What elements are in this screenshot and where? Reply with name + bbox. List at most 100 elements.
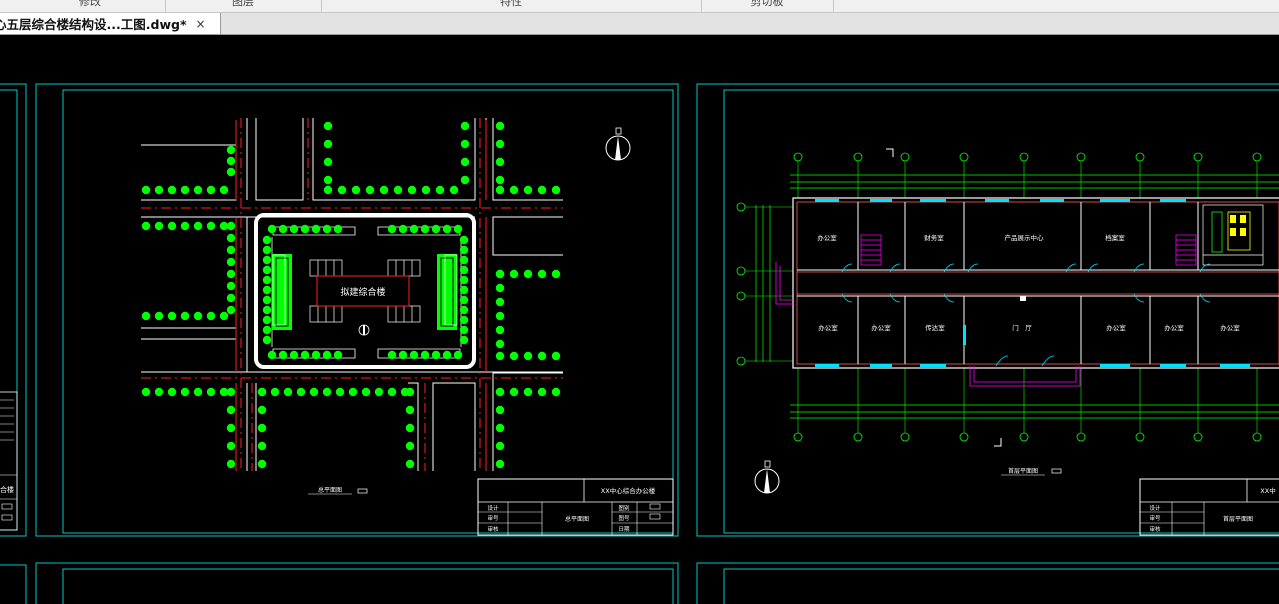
tree-symbol [551,387,561,397]
ribbon-panel-modify[interactable]: 修改 [79,0,101,9]
tree-symbol [495,311,505,321]
tree-symbol [141,311,151,321]
tree-symbol [226,233,236,243]
tree-symbol [459,335,469,345]
tree-symbol [459,305,469,315]
tree-symbol [537,269,547,279]
tree-symbol [154,311,164,321]
tree-symbol [387,224,397,234]
tree-symbol [323,185,333,195]
ribbon-panel-layers[interactable]: 图层 [232,0,254,9]
tree-symbol [289,224,299,234]
tree-symbol [322,387,332,397]
tree-symbol [270,387,280,397]
tree-symbol [193,185,203,195]
tree-symbol [262,295,272,305]
ribbon-separator [165,0,166,12]
tree-symbol [226,387,236,397]
tree-symbol [322,224,332,234]
tree-symbol [393,185,403,195]
title-block-row-label: 审号 [1149,514,1161,522]
ribbon-separator [701,0,702,12]
document-tab-title: 心五层综合楼结构设...工图.dwg* [0,17,187,32]
tree-symbol [296,387,306,397]
tree-symbol [333,224,343,234]
far-left-title-fragment: 合楼 [0,485,14,494]
room-label: 办公室 [1106,323,1126,332]
tree-symbol [337,185,347,195]
tree-symbol [495,297,505,307]
tree-symbol [459,275,469,285]
tree-symbol [226,405,236,415]
lawn-right [437,254,457,330]
room-label: 传达室 [925,323,945,332]
tree-symbol [398,350,408,360]
tree-symbol [193,221,203,231]
tree-symbol [219,185,229,195]
tree-symbol [421,185,431,195]
ribbon-panel-clipboard[interactable]: 剪切板 [751,0,784,9]
tree-symbol [206,311,216,321]
tree-symbol [495,405,505,415]
tree-symbol [278,350,288,360]
lawn-left [272,254,292,330]
tree-symbol [226,167,236,177]
title-block-right-label: 图号 [618,514,630,522]
ribbon-panel-properties[interactable]: 特性 [500,0,522,9]
tree-symbol [387,387,397,397]
tree-symbol [495,269,505,279]
tree-symbol [460,157,470,167]
tree-symbol [509,269,519,279]
tree-symbol [495,351,505,361]
tree-symbol [374,387,384,397]
tree-symbol [262,325,272,335]
tree-symbol [323,139,333,149]
tree-symbol [180,387,190,397]
document-tab[interactable]: 心五层综合楼结构设...工图.dwg* × [0,13,221,34]
tree-symbol [495,185,505,195]
tree-symbol [219,311,229,321]
tree-symbol [431,224,441,234]
title-block-drawing-name: 首层平面图 [1223,515,1253,523]
tree-symbol [405,405,415,415]
close-icon[interactable]: × [195,17,205,31]
tree-symbol [449,185,459,195]
tree-symbol [460,121,470,131]
tree-symbol [226,441,236,451]
tree-symbol [226,293,236,303]
tree-symbol [495,283,505,293]
tree-symbol [278,224,288,234]
tree-symbol [141,221,151,231]
tree-symbol [154,185,164,195]
tree-symbol [435,185,445,195]
tree-symbol [323,121,333,131]
site-plan-title: 总平面图 [318,486,342,494]
tree-symbol [495,423,505,433]
ribbon-separator [833,0,834,12]
tree-symbol [311,224,321,234]
tree-symbol [322,350,332,360]
tree-symbol [257,423,267,433]
tree-symbol [495,175,505,185]
tree-symbol [141,185,151,195]
tree-symbol [495,325,505,335]
tree-symbol [453,350,463,360]
tree-symbol [262,245,272,255]
tree-symbol [523,185,533,195]
tree-symbol [459,255,469,265]
tree-symbol [262,265,272,275]
tree-symbol [193,311,203,321]
drawing-canvas[interactable]: 合楼 拟建综合楼 总平面图 XX中心综合办公楼 总平面图 设计 审号 审核 图别… [0,35,1279,604]
tree-symbol [167,387,177,397]
tree-symbol [257,405,267,415]
tree-symbol [459,235,469,245]
tree-symbol [262,285,272,295]
room-label: 档案室 [1105,233,1125,242]
tree-symbol [226,459,236,469]
tree-symbol [509,185,519,195]
tree-symbol [387,350,397,360]
tree-symbol [267,350,277,360]
room-label: 门 厅 [1012,323,1032,332]
tree-symbol [300,350,310,360]
tree-symbol [262,335,272,345]
